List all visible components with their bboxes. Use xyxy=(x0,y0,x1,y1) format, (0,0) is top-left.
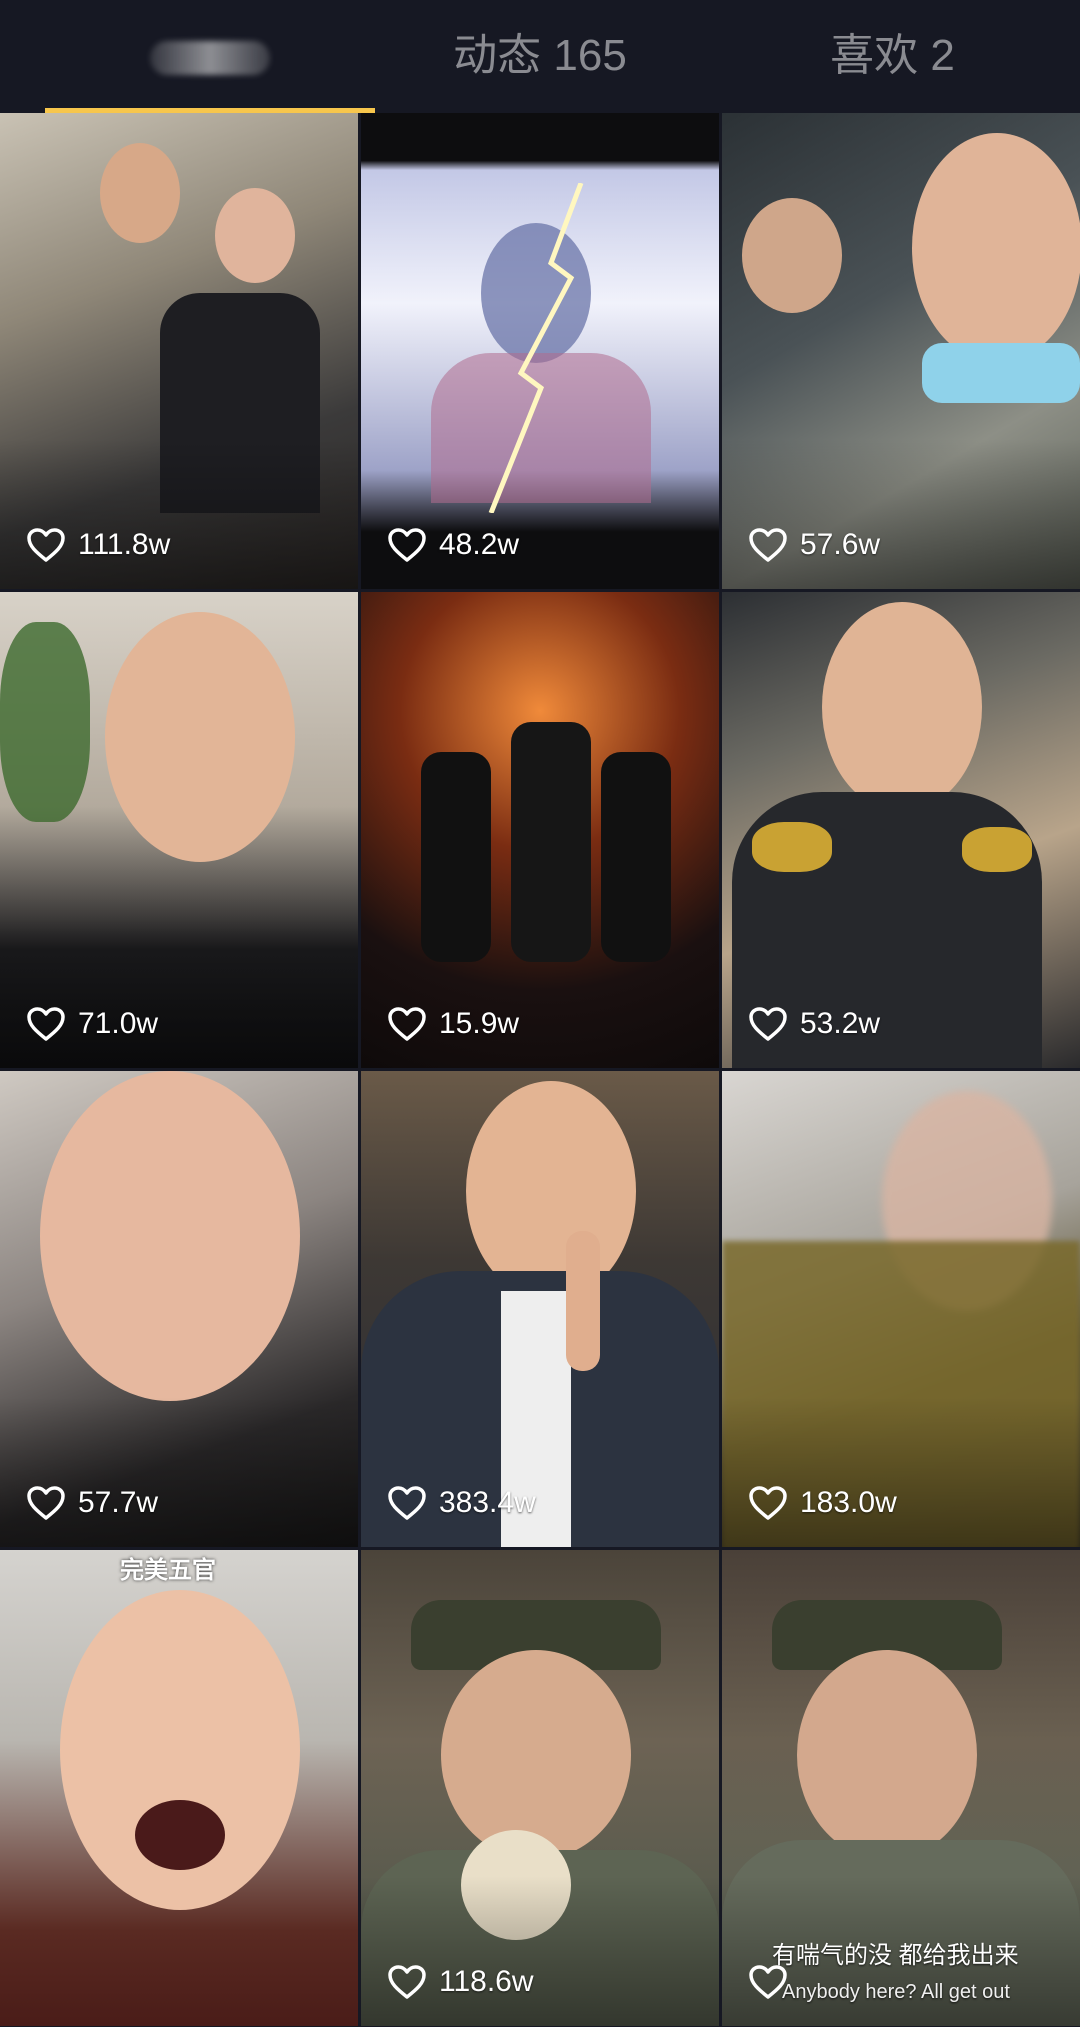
heart-outline-icon xyxy=(388,1965,426,1999)
thumbnail-plant xyxy=(0,622,90,822)
like-count: 383.4w xyxy=(439,1486,536,1519)
like-count: 57.7w xyxy=(78,1486,159,1519)
heart-outline-icon xyxy=(27,528,65,562)
video-thumbnail[interactable]: 48.2w xyxy=(361,113,719,589)
like-count: 71.0w xyxy=(78,1007,159,1040)
video-thumbnail[interactable]: 383.4w xyxy=(361,1071,719,1547)
like-count: 183.0w xyxy=(800,1486,897,1519)
heart-outline-icon xyxy=(388,1007,426,1041)
video-thumbnail[interactable]: 57.7w xyxy=(0,1071,358,1547)
video-subtitle-english: Anybody here? All get out xyxy=(782,1981,1010,2003)
heart-outline-icon xyxy=(749,1965,787,1999)
video-thumbnail[interactable]: 71.0w xyxy=(0,592,358,1068)
thumbnail-figure xyxy=(441,1650,631,1860)
thumbnail-mouth xyxy=(135,1800,225,1870)
thumbnail-figure xyxy=(912,133,1080,363)
video-thumbnail[interactable]: 53.2w xyxy=(722,592,1080,1068)
like-count: 111.8w xyxy=(78,528,171,561)
like-count: 53.2w xyxy=(800,1007,881,1040)
thumbnail-figure xyxy=(215,188,295,283)
thumbnail-figure xyxy=(511,722,591,962)
thumbnail-pattern xyxy=(962,827,1032,872)
like-counter: 15.9w xyxy=(387,1002,519,1046)
thumbnail-finger xyxy=(566,1231,600,1371)
lightning-graphic xyxy=(488,183,584,513)
video-subtitle: 有喘气的没 都给我出来 xyxy=(772,1942,1019,1969)
like-counter: 383.4w xyxy=(387,1481,536,1525)
like-counter: 111.8w xyxy=(26,523,170,567)
like-count: 48.2w xyxy=(439,528,520,561)
video-thumbnail[interactable]: 有喘气的没 都给我出来 Anybody here? All get out xyxy=(722,1550,1080,2026)
video-thumbnail[interactable]: 15.9w xyxy=(361,592,719,1068)
heart-outline-icon xyxy=(388,1486,426,1520)
thumbnail-figure xyxy=(466,1081,636,1301)
like-counter xyxy=(748,1960,800,2004)
video-grid: 111.8w 48.2w 57.6w 71.0w 15.9w 53.2w 57.… xyxy=(0,113,1080,2027)
thumbnail-figure xyxy=(797,1650,977,1860)
tab-posts[interactable]: 动态 165 xyxy=(375,0,705,108)
like-count: 118.6w xyxy=(439,1965,534,1998)
video-thumbnail[interactable]: 183.0w xyxy=(722,1071,1080,1547)
profile-tab-bar: 动态 165 喜欢 2 xyxy=(0,0,1080,113)
video-overlay-caption: 完美五官 xyxy=(120,1557,216,1584)
video-thumbnail[interactable]: 118.6w xyxy=(361,1550,719,2026)
thumbnail-figure xyxy=(40,1071,300,1401)
like-counter: 48.2w xyxy=(387,523,519,567)
heart-outline-icon xyxy=(749,528,787,562)
like-counter: 71.0w xyxy=(26,1002,158,1046)
video-thumbnail[interactable]: 111.8w xyxy=(0,113,358,589)
thumbnail-pattern xyxy=(752,822,832,872)
thumbnail-figure xyxy=(742,198,842,313)
thumbnail-figure xyxy=(601,752,671,962)
heart-outline-icon xyxy=(749,1007,787,1041)
video-thumbnail[interactable]: 完美五官 xyxy=(0,1550,358,2026)
like-counter: 57.6w xyxy=(748,523,880,567)
heart-outline-icon xyxy=(27,1486,65,1520)
like-count: 15.9w xyxy=(439,1007,520,1040)
like-counter: 53.2w xyxy=(748,1002,880,1046)
heart-outline-icon xyxy=(749,1486,787,1520)
heart-outline-icon xyxy=(27,1007,65,1041)
thumbnail-figure xyxy=(100,143,180,243)
tab-works[interactable] xyxy=(45,0,375,108)
thumbnail-figure xyxy=(421,752,491,962)
like-count: 57.6w xyxy=(800,528,881,561)
thumbnail-figure xyxy=(105,612,295,862)
like-counter: 183.0w xyxy=(748,1481,897,1525)
heart-outline-icon xyxy=(388,528,426,562)
video-thumbnail[interactable]: 57.6w xyxy=(722,113,1080,589)
like-counter: 57.7w xyxy=(26,1481,158,1525)
tab-likes[interactable]: 喜欢 2 xyxy=(705,0,1080,108)
tab-works-label-blurred xyxy=(150,41,270,76)
thumbnail-figure xyxy=(922,343,1080,403)
thumbnail-figure xyxy=(822,602,982,812)
like-counter: 118.6w xyxy=(387,1960,534,2004)
